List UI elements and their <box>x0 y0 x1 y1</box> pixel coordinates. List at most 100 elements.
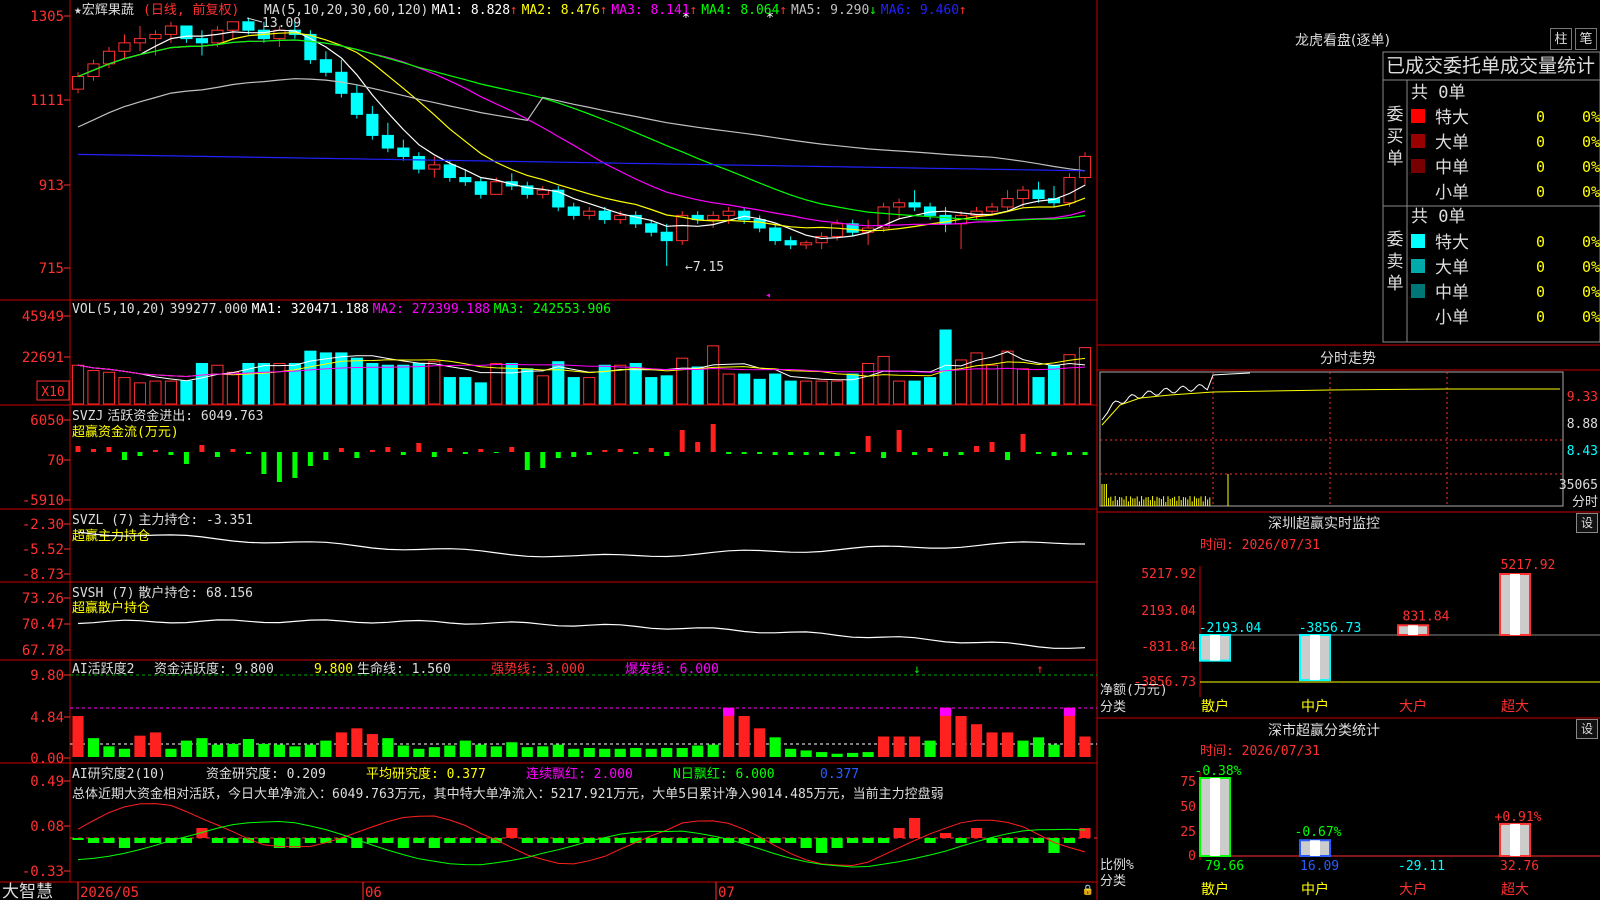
activity-bar[interactable] <box>382 738 394 757</box>
flow-bar[interactable] <box>1082 452 1088 455</box>
volume-bar[interactable] <box>722 373 735 405</box>
candle[interactable] <box>738 210 751 221</box>
candle[interactable] <box>459 177 472 183</box>
research-bar[interactable] <box>614 838 626 843</box>
candle[interactable] <box>366 113 379 136</box>
volume-bar[interactable] <box>319 352 332 405</box>
activity-bar[interactable] <box>118 748 131 757</box>
flow-bar[interactable] <box>462 452 468 454</box>
research-bar[interactable] <box>676 838 688 843</box>
research-bar[interactable] <box>939 833 952 838</box>
activity-bar[interactable] <box>134 735 146 757</box>
activity-bar[interactable] <box>351 728 363 757</box>
activity-bar[interactable] <box>893 736 905 758</box>
candle[interactable] <box>908 202 921 208</box>
activity-bar[interactable] <box>475 744 487 757</box>
activity-bar[interactable] <box>149 732 162 757</box>
candle[interactable] <box>397 147 410 157</box>
flow-bar[interactable] <box>772 452 778 455</box>
volume-bar[interactable] <box>335 352 348 405</box>
flow-bar[interactable] <box>338 448 344 452</box>
activity-bar[interactable] <box>196 738 208 757</box>
volume-bar[interactable] <box>1001 350 1014 405</box>
activity-bar[interactable] <box>490 746 502 757</box>
flow-bar[interactable] <box>168 452 174 455</box>
candle[interactable] <box>800 242 813 246</box>
activity-bar[interactable] <box>862 752 874 757</box>
volume-bar[interactable] <box>428 361 441 405</box>
flow-bar[interactable] <box>90 449 96 452</box>
activity-bar[interactable] <box>1079 736 1091 758</box>
candle[interactable] <box>831 223 844 237</box>
activity-bar[interactable] <box>707 744 719 757</box>
research-bar[interactable] <box>707 838 719 843</box>
candle[interactable] <box>769 227 782 242</box>
flow-bar[interactable] <box>1020 434 1026 452</box>
activity-bar[interactable] <box>754 728 766 757</box>
research-bar[interactable] <box>149 838 162 843</box>
volume-bar[interactable] <box>350 357 363 405</box>
volume-bar[interactable] <box>707 345 720 405</box>
research-bar[interactable] <box>475 838 487 843</box>
activity-bar[interactable] <box>847 752 859 757</box>
research-bar[interactable] <box>258 838 270 843</box>
volume-bar[interactable] <box>257 362 270 405</box>
activity-bar[interactable] <box>614 748 626 757</box>
research-bar[interactable] <box>87 838 100 843</box>
candle[interactable] <box>319 59 332 73</box>
flow-bar[interactable] <box>1005 452 1011 460</box>
research-bar[interactable] <box>537 838 549 843</box>
candle[interactable] <box>1063 177 1076 204</box>
candle[interactable] <box>552 189 565 208</box>
activity-bar[interactable] <box>289 746 301 757</box>
flow-bar[interactable] <box>214 452 220 457</box>
candle[interactable] <box>474 181 487 195</box>
research-bar[interactable] <box>521 838 533 843</box>
flow-bar[interactable] <box>834 452 840 456</box>
candle[interactable] <box>707 214 720 221</box>
volume-bar[interactable] <box>102 371 116 405</box>
candle[interactable] <box>893 202 906 208</box>
monitor-settings-button[interactable]: 设 <box>1576 513 1598 533</box>
activity-bar[interactable] <box>211 744 224 757</box>
candle[interactable] <box>428 164 441 170</box>
activity-bar[interactable] <box>444 745 456 757</box>
flow-bar[interactable] <box>633 452 639 454</box>
flow-bar[interactable] <box>509 447 515 452</box>
research-bar[interactable] <box>211 838 224 843</box>
activity-bar[interactable] <box>258 743 270 757</box>
volume-bar[interactable] <box>180 380 193 405</box>
flow-bar[interactable] <box>230 449 236 452</box>
research-bar[interactable] <box>847 838 859 843</box>
candle[interactable] <box>164 25 178 35</box>
candle[interactable] <box>1001 198 1014 208</box>
flow-bar[interactable] <box>540 452 546 468</box>
flow-bar[interactable] <box>276 452 282 482</box>
flow-bar[interactable] <box>974 446 980 452</box>
candle[interactable] <box>1078 155 1092 179</box>
flow-bar[interactable] <box>245 452 251 454</box>
volume-bar[interactable] <box>923 377 937 405</box>
flow-bar[interactable] <box>927 448 933 452</box>
volume-bar[interactable] <box>164 380 178 405</box>
volume-bar[interactable] <box>397 364 410 405</box>
flow-bar[interactable] <box>989 442 995 452</box>
flow-bar[interactable] <box>478 449 484 452</box>
activity-bar[interactable] <box>583 747 595 757</box>
research-bar[interactable] <box>878 838 890 843</box>
flow-bar[interactable] <box>447 448 453 452</box>
volume-bar[interactable] <box>149 380 162 405</box>
candle[interactable] <box>1032 189 1045 200</box>
activity-bar[interactable] <box>738 716 750 757</box>
flow-bar[interactable] <box>524 452 530 470</box>
activity-bar[interactable] <box>1048 744 1060 757</box>
activity-bar[interactable] <box>599 748 611 757</box>
research-bar[interactable] <box>955 838 967 843</box>
flow-bar[interactable] <box>679 430 685 452</box>
volume-bar[interactable] <box>753 378 766 405</box>
activity-bar[interactable] <box>459 740 471 757</box>
candle[interactable] <box>645 223 658 233</box>
activity-bar[interactable] <box>661 747 673 757</box>
research-bar[interactable] <box>862 838 874 843</box>
flow-bar[interactable] <box>617 449 623 452</box>
